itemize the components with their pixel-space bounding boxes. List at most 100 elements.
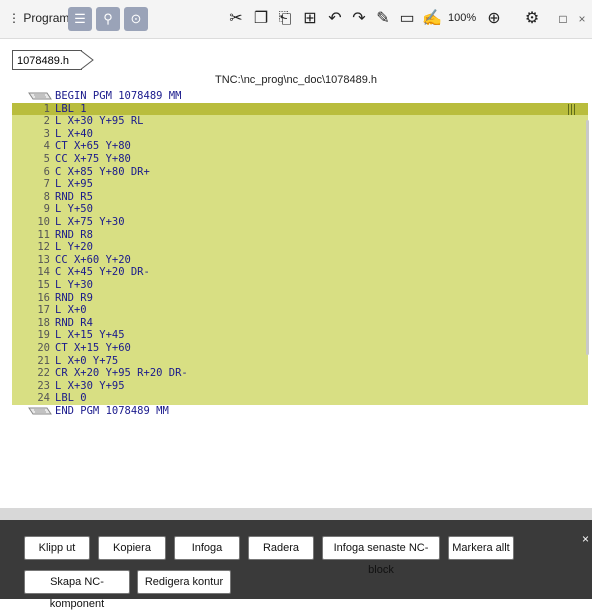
paste-block-icon[interactable]: ⊞: [300, 9, 320, 29]
line-code: CT X+15 Y+60: [55, 342, 131, 354]
code-line[interactable]: 4 CT X+65 Y+80: [12, 140, 588, 153]
line-number: 1: [43, 102, 50, 115]
tab-bar: 1078489.h: [0, 45, 592, 70]
line-number: 8: [43, 190, 50, 203]
copy-button[interactable]: Kopiera: [98, 536, 166, 560]
code-line[interactable]: 3 L X+40: [12, 127, 588, 141]
cut-icon[interactable]: ✂: [226, 9, 246, 29]
line-code: L Y+20: [55, 241, 93, 254]
code-line[interactable]: 20 CT X+15 Y+60: [12, 342, 588, 355]
code-line[interactable]: 7 L X+95: [12, 178, 588, 191]
line-number: 2: [43, 115, 50, 128]
line-number: 9: [43, 203, 50, 216]
code-line[interactable]: 16 RND R9: [12, 291, 588, 305]
line-number: 13: [37, 253, 50, 266]
program-menu[interactable]: ⋮ Program: [8, 11, 69, 25]
select-all-button[interactable]: Markera allt: [448, 536, 514, 560]
redo-icon[interactable]: ↷: [350, 9, 368, 29]
line-number: 20: [37, 342, 50, 354]
line-code: L X+15 Y+45: [55, 329, 125, 342]
line-code: C X+45 Y+20 DR-: [55, 266, 150, 279]
code-line[interactable]: 22 CR X+20 Y+95 R+20 DR-: [12, 367, 588, 380]
code-line[interactable]: 12 L Y+20: [12, 241, 588, 254]
line-number: 7: [43, 178, 50, 191]
check-icon[interactable]: ⊙: [124, 7, 148, 31]
edit-contour-button[interactable]: Redigera kontur: [137, 570, 231, 594]
toolbar: ⋮ Program ☰ ⚲ ⊙ ✂ ❐ ⎗ ⊞ ↶ ↷ ✎ ▭ ✍ 100% ⊕…: [0, 0, 592, 39]
line-code: L X+0 Y+75: [55, 354, 119, 367]
current-line-marker: [568, 103, 577, 115]
line-code: C X+85 Y+80 DR+: [55, 165, 150, 178]
undo-icon[interactable]: ↶: [326, 9, 344, 29]
softkey-panel: Klipp ut Kopiera Infoga Radera Infoga se…: [0, 520, 592, 610]
code-line[interactable]: 2 L X+30 Y+95 RL: [12, 115, 588, 128]
cut-button[interactable]: Klipp ut: [24, 536, 90, 560]
zoom-icon[interactable]: ⊕: [484, 9, 504, 29]
line-code: L X+75 Y+30: [55, 216, 125, 228]
code-line[interactable]: 18 RND R4: [12, 316, 588, 330]
tab-arrow-shape: [80, 50, 94, 70]
zoom-level: 100%: [448, 12, 477, 24]
line-code: RND R9: [55, 291, 93, 304]
line-number: 12: [37, 241, 50, 254]
line-code: RND R5: [55, 190, 93, 203]
line-number: 3: [43, 127, 50, 140]
code-line[interactable]: 10 L X+75 Y+30: [12, 216, 588, 229]
code-line[interactable]: 21 L X+0 Y+75: [12, 354, 588, 368]
code-line[interactable]: 13 CC X+60 Y+20: [12, 253, 588, 267]
code-line[interactable]: 24 LBL 0: [12, 392, 588, 405]
panel-close-icon[interactable]: ×: [582, 532, 589, 546]
code-line[interactable]: 23 L X+30 Y+95: [12, 379, 588, 393]
file-path: TNC:\nc_prog\nc_doc\1078489.h: [214, 74, 378, 86]
line-code: RND R8: [55, 228, 93, 241]
close-icon[interactable]: ×: [576, 9, 588, 29]
line-number: 15: [37, 279, 50, 291]
code-line[interactable]: 5 CC X+75 Y+80: [12, 153, 588, 166]
line-code: LBL 0: [55, 392, 87, 405]
line-number: 11: [37, 228, 50, 241]
code-line[interactable]: 8 RND R5: [12, 190, 588, 204]
maximize-icon[interactable]: □: [556, 9, 570, 29]
code-line[interactable]: 9 L Y+50: [12, 203, 588, 216]
line-number: 21: [37, 354, 50, 367]
vertical-scrollbar[interactable]: [586, 120, 589, 355]
line-code: CR X+20 Y+95 R+20 DR-: [55, 367, 188, 380]
paste-button[interactable]: Infoga: [174, 536, 240, 560]
line-number: 16: [37, 291, 50, 304]
line-code: RND R4: [55, 316, 93, 329]
list-view-icon[interactable]: ☰: [68, 7, 92, 31]
line-code: END PGM 1078489 MM: [55, 405, 169, 417]
line-code: CT X+65 Y+80: [55, 140, 131, 153]
search-icon[interactable]: ⚲: [96, 7, 120, 31]
nc-editor[interactable]: BEGIN PGM 1078489 MM 1 LBL 1 2 L X+30 Y+95 R…: [12, 90, 588, 472]
code-line[interactable]: 19 L X+15 Y+45: [12, 329, 588, 342]
code-line[interactable]: 1 LBL 1: [12, 102, 588, 116]
code-line[interactable]: 15 L Y+30: [12, 279, 588, 292]
line-number: 4: [43, 140, 50, 153]
code-line[interactable]: 14 C X+45 Y+20 DR-: [12, 266, 588, 279]
code-line[interactable]: 6 C X+85 Y+80 DR+: [12, 165, 588, 179]
line-number: 6: [43, 165, 50, 178]
save-icon[interactable]: ▭: [398, 9, 416, 29]
line-number: 18: [37, 316, 50, 329]
settings-icon[interactable]: ⚙: [522, 9, 542, 29]
program-end-icon: [28, 407, 52, 415]
code-line[interactable]: BEGIN PGM 1078489 MM: [12, 90, 588, 103]
tab-file[interactable]: 1078489.h: [12, 50, 82, 70]
edit-icon[interactable]: ✎: [374, 9, 392, 29]
line-code: L Y+30: [55, 279, 93, 291]
save-as-icon[interactable]: ✍: [422, 9, 442, 29]
code-line[interactable]: 11 RND R8: [12, 228, 588, 242]
line-number: 17: [37, 304, 50, 317]
delete-button[interactable]: Radera: [248, 536, 314, 560]
code-line[interactable]: 17 L X+0: [12, 304, 588, 317]
line-code: LBL 1: [55, 102, 87, 115]
insert-last-block-button[interactable]: Infoga senaste NC-block: [322, 536, 440, 576]
line-number: 14: [37, 266, 50, 279]
panel-divider: [0, 508, 592, 520]
line-code: BEGIN PGM 1078489 MM: [55, 90, 182, 102]
create-nc-component-button[interactable]: Skapa NC-komponent: [24, 570, 130, 610]
paste-icon[interactable]: ⎗: [276, 9, 294, 29]
copy-icon[interactable]: ❐: [252, 9, 270, 29]
code-line[interactable]: END PGM 1078489 MM: [12, 405, 588, 418]
